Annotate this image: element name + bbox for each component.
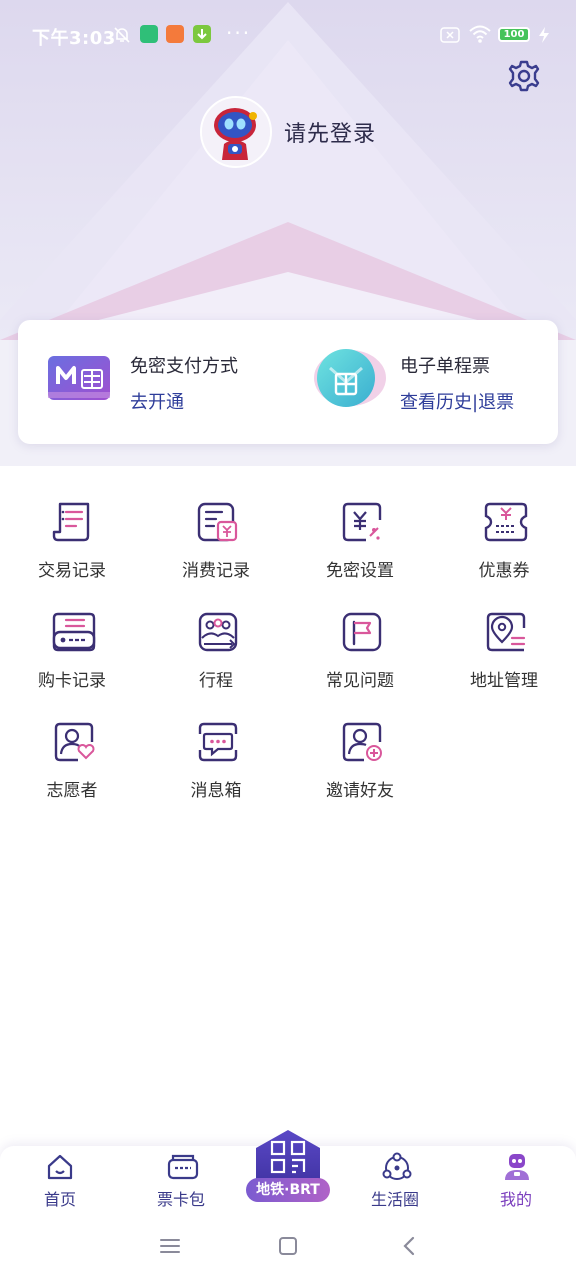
tab-mine[interactable]: 我的 bbox=[461, 1146, 571, 1212]
avatar[interactable] bbox=[200, 96, 272, 168]
bill-yen-icon bbox=[197, 502, 238, 542]
tab-label: 票卡包 bbox=[156, 1190, 205, 1209]
card-record-icon bbox=[52, 612, 96, 652]
flag-faq-icon bbox=[342, 612, 382, 652]
grid-label: 购卡记录 bbox=[38, 671, 106, 691]
status-time: 下午3:03 bbox=[32, 28, 116, 49]
invite-friend-icon bbox=[342, 722, 382, 762]
grid-item-volunteer[interactable]: 志愿者 bbox=[12, 720, 132, 820]
ticket-history-refund-link[interactable]: 查看历史|退票 bbox=[400, 388, 514, 414]
grid-item-address-management[interactable]: 地址管理 bbox=[444, 610, 564, 710]
location-pin-icon bbox=[486, 612, 526, 652]
grid-item-invite-friends[interactable]: 邀请好友 bbox=[300, 720, 420, 820]
payment-ticket-card: 免密支付方式 去开通 电子单程票 查看历史|退票 bbox=[18, 320, 558, 444]
grid-label: 行程 bbox=[199, 671, 233, 691]
battery-icon: 100 bbox=[498, 27, 530, 42]
login-prompt[interactable]: 请先登录 bbox=[284, 116, 376, 148]
grid-label: 邀请好友 bbox=[326, 781, 394, 801]
home-square-icon[interactable] bbox=[274, 1232, 302, 1260]
more-dots-icon: ··· bbox=[226, 21, 252, 45]
grid-item-transaction-records[interactable]: 交易记录 bbox=[12, 500, 132, 600]
tab-label: 我的 bbox=[499, 1190, 532, 1209]
grid-item-consumption-records[interactable]: 消费记录 bbox=[156, 500, 276, 600]
back-icon[interactable] bbox=[396, 1232, 424, 1260]
life-circle-icon bbox=[382, 1152, 412, 1180]
volunteer-heart-icon bbox=[54, 722, 95, 762]
grid-label: 消息箱 bbox=[190, 781, 242, 801]
grid-item-card-purchase-records[interactable]: 购卡记录 bbox=[12, 610, 132, 710]
tab-home[interactable]: 首页 bbox=[5, 1146, 115, 1212]
grid-item-coupons[interactable]: 优惠券 bbox=[444, 500, 564, 600]
menu-icon[interactable] bbox=[156, 1232, 184, 1260]
bag-app-icon bbox=[166, 25, 184, 43]
grid-label: 消费记录 bbox=[182, 561, 250, 581]
message-box-icon bbox=[198, 722, 238, 762]
download-icon bbox=[193, 25, 211, 43]
robot-profile-icon bbox=[505, 1154, 529, 1180]
grid-label: 优惠券 bbox=[478, 561, 530, 581]
payment-card-icon[interactable] bbox=[46, 352, 112, 404]
grid-label: 地址管理 bbox=[470, 671, 538, 691]
wifi-icon bbox=[469, 25, 491, 43]
grid-item-password-free-settings[interactable]: 免密设置 bbox=[300, 500, 420, 600]
gear-icon[interactable] bbox=[506, 58, 542, 94]
grid-label: 志愿者 bbox=[46, 781, 98, 801]
grid-label: 常见问题 bbox=[326, 671, 394, 691]
receipt-icon bbox=[52, 502, 90, 542]
open-password-free-link[interactable]: 去开通 bbox=[130, 388, 184, 414]
grid-label: 交易记录 bbox=[38, 561, 106, 581]
tab-life-circle[interactable]: 生活圈 bbox=[340, 1146, 450, 1212]
metro-brt-label[interactable]: 地铁·BRT bbox=[246, 1178, 330, 1202]
system-nav-bar bbox=[0, 1212, 576, 1280]
mute-icon bbox=[114, 27, 130, 43]
card-right-title: 电子单程票 bbox=[400, 356, 490, 377]
robot-mascot-icon bbox=[202, 98, 270, 166]
e-ticket-icon[interactable] bbox=[310, 346, 386, 410]
ticket-wallet-icon bbox=[167, 1154, 199, 1180]
grid-item-trip[interactable]: 行程 bbox=[156, 610, 276, 710]
no-sim-icon bbox=[440, 27, 460, 43]
grid-item-message-box[interactable]: 消息箱 bbox=[156, 720, 276, 820]
status-bar: 下午3:03 ··· 100 bbox=[0, 0, 576, 70]
home-icon bbox=[47, 1154, 73, 1180]
grid-label: 免密设置 bbox=[326, 561, 394, 581]
charging-icon bbox=[539, 27, 549, 43]
tab-ticket-wallet[interactable]: 票卡包 bbox=[126, 1146, 236, 1212]
tab-label: 生活圈 bbox=[370, 1190, 419, 1209]
card-left-title: 免密支付方式 bbox=[130, 356, 238, 377]
people-trip-icon bbox=[198, 612, 238, 652]
tab-label: 首页 bbox=[43, 1190, 76, 1209]
coupon-icon bbox=[484, 502, 528, 542]
yen-card-icon bbox=[342, 502, 382, 542]
grid-item-faq[interactable]: 常见问题 bbox=[300, 610, 420, 710]
shield-app-icon bbox=[140, 25, 158, 43]
